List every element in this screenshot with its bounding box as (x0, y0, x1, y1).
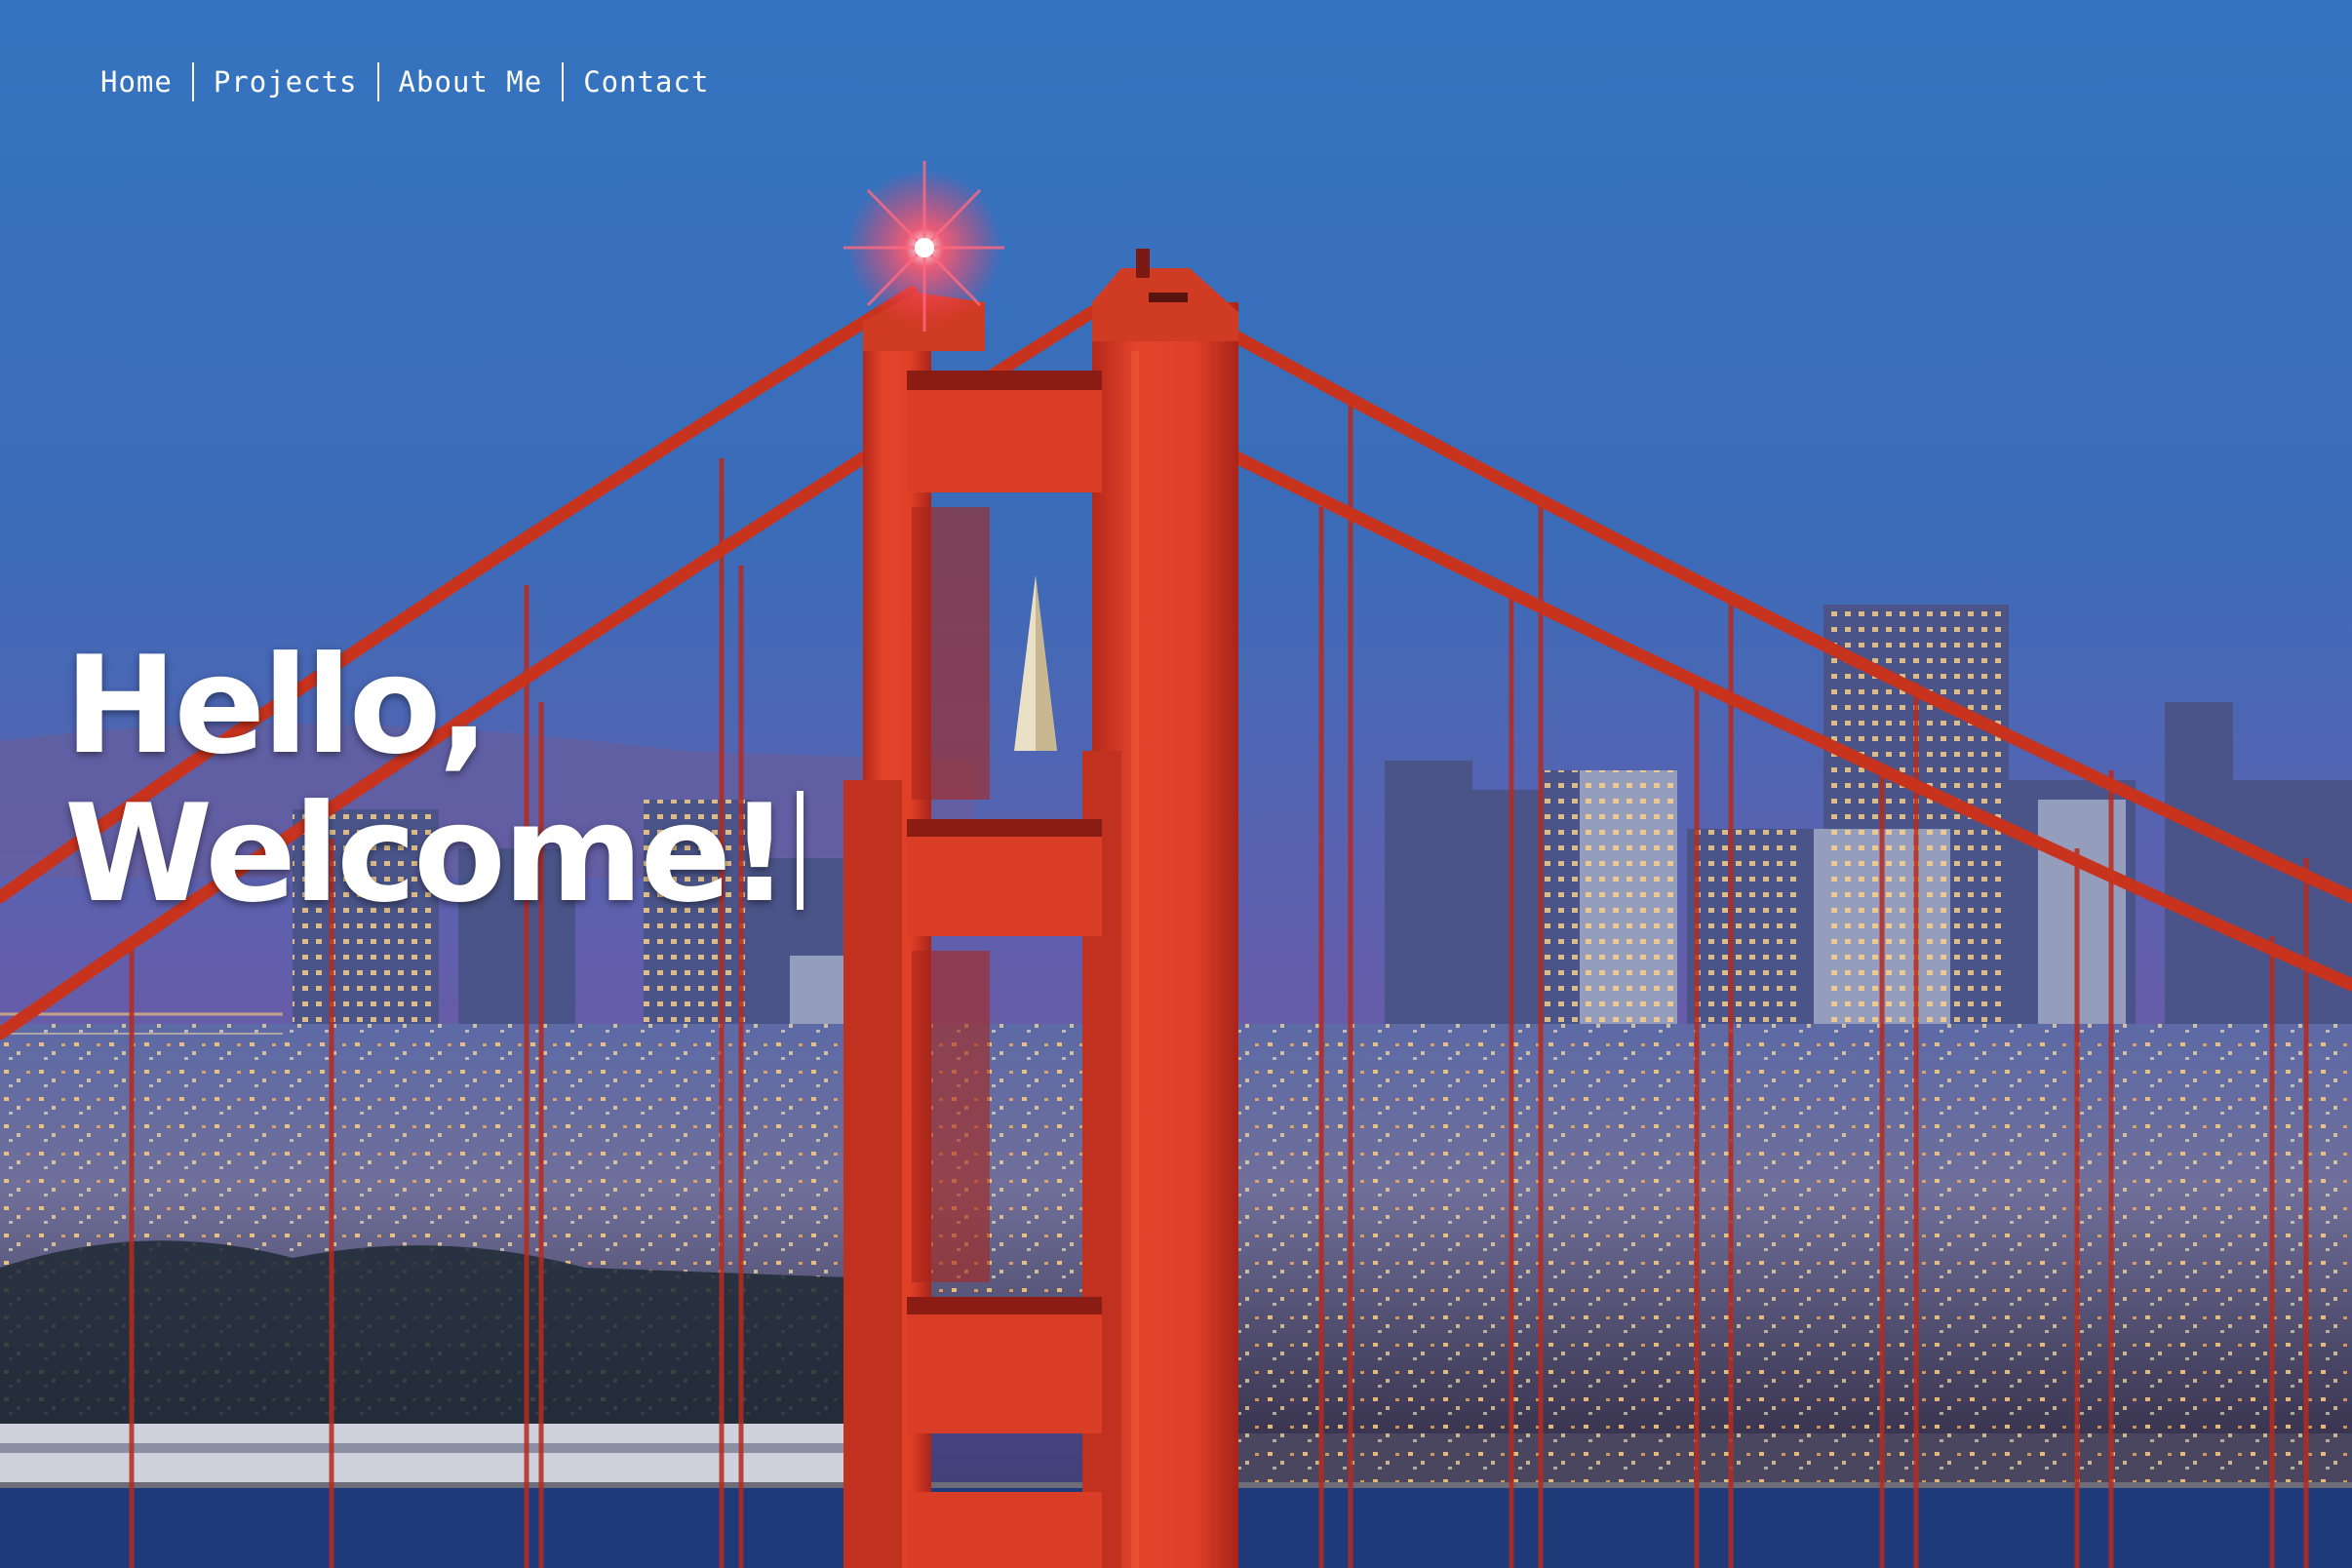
nav-link-projects[interactable]: Projects (194, 60, 377, 103)
nav-link-about-me[interactable]: About Me (379, 60, 563, 103)
hero-greeting: Hello, Welcome! (64, 632, 804, 928)
top-navigation: Home Projects About Me Contact (81, 60, 728, 103)
typing-cursor (797, 791, 804, 910)
nav-link-home[interactable]: Home (81, 60, 192, 103)
greeting-line-1: Hello, (64, 627, 490, 784)
nav-link-contact[interactable]: Contact (564, 60, 728, 103)
greeting-line-2: Welcome! (64, 775, 790, 932)
greeting-line-2-wrap: Welcome! (64, 780, 804, 928)
